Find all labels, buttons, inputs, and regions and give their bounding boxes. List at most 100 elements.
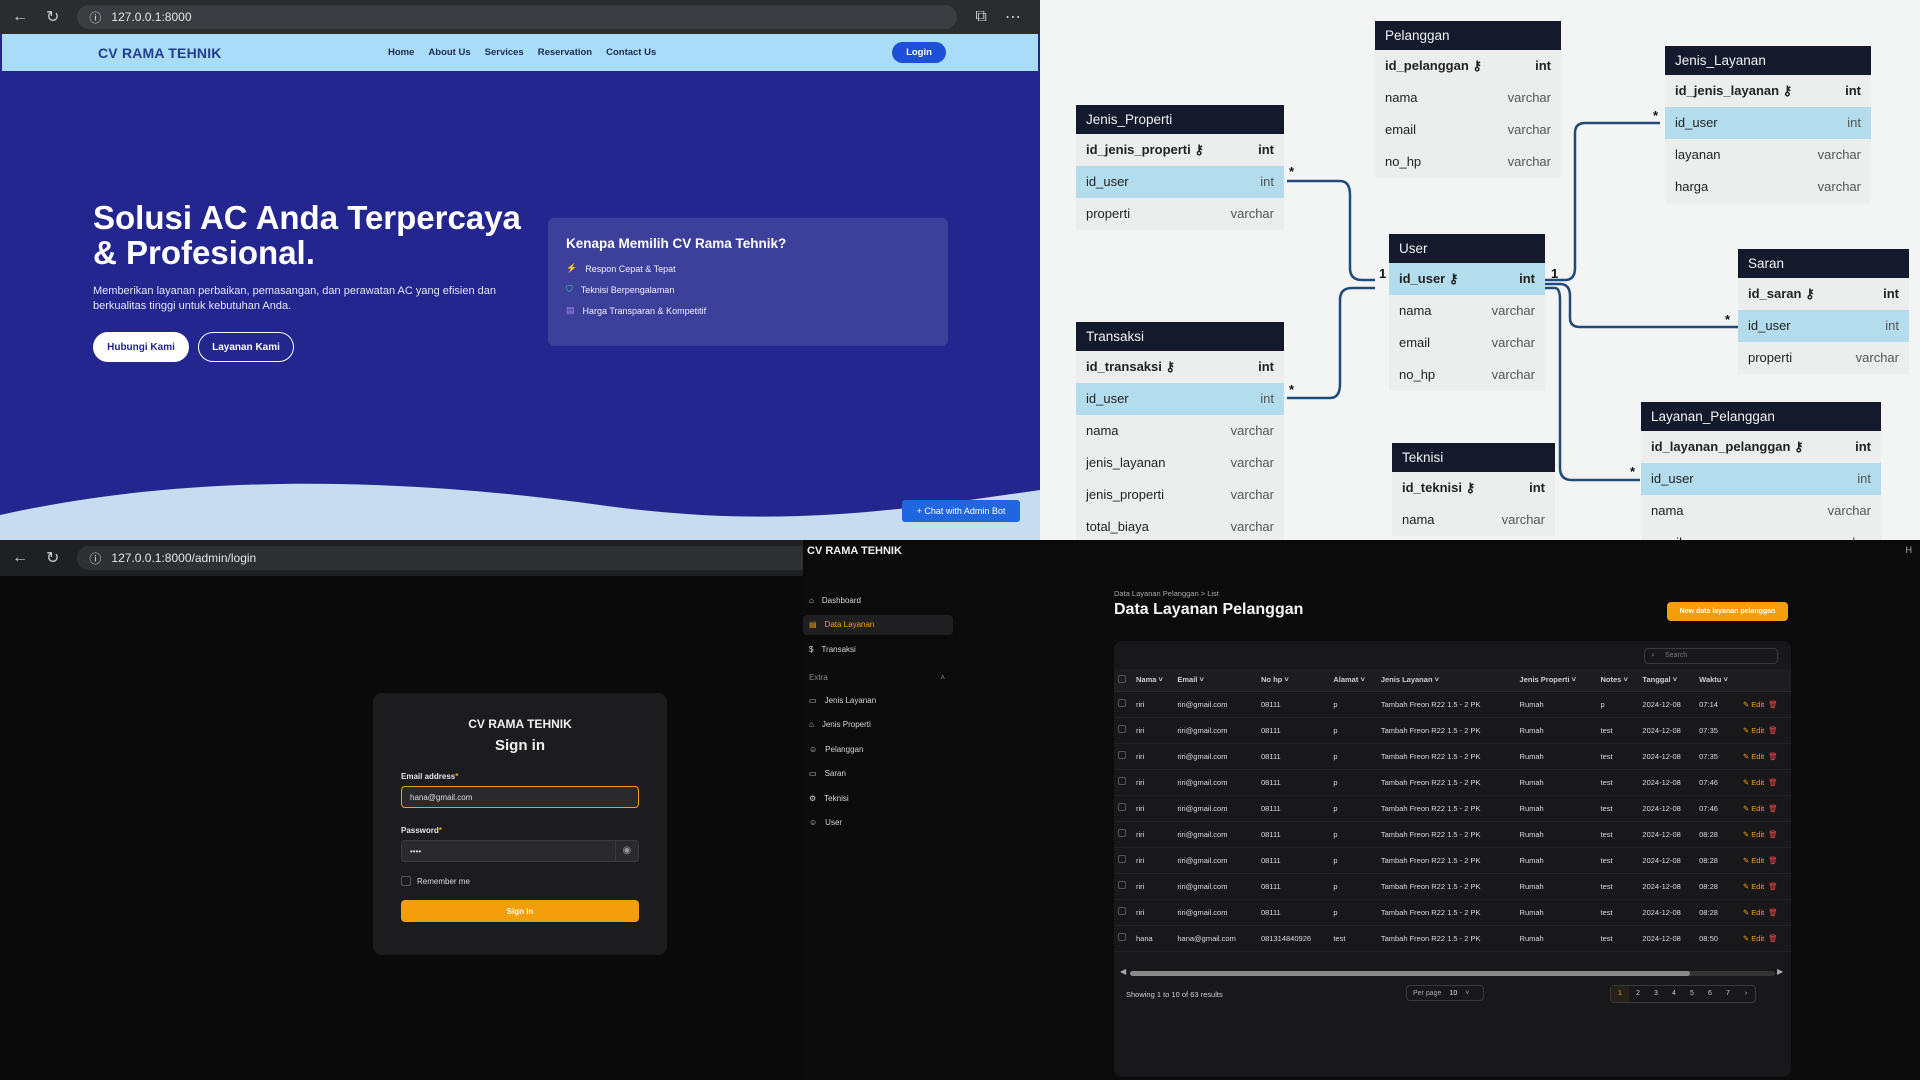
trash-icon[interactable]: 🗑 <box>1768 934 1778 943</box>
column-header[interactable]: Jenis Layanan ˅ <box>1376 669 1516 692</box>
table-row[interactable]: riri riri@gmail.com 08111 p Tambah Freon R22… <box>1114 821 1791 848</box>
table-row[interactable]: riri riri@gmail.com 08111 p Tambah Freon R22… <box>1114 873 1791 900</box>
sidebar-item-saran[interactable]: ▭ Saran <box>803 764 953 784</box>
edit-button[interactable]: ✎ Edit <box>1743 830 1764 839</box>
row-checkbox[interactable] <box>1118 725 1126 733</box>
extensions-icon[interactable]: ⧉ <box>975 8 986 26</box>
row-checkbox[interactable] <box>1118 777 1126 785</box>
login-button[interactable]: Login <box>892 42 946 63</box>
row-checkbox[interactable] <box>1118 699 1126 707</box>
scroll-right-icon[interactable]: ▶ <box>1777 967 1783 976</box>
search-input[interactable]: ⌕ Search <box>1644 648 1778 664</box>
table-row[interactable]: riri riri@gmail.com 08111 p Tambah Freon R22… <box>1114 717 1791 744</box>
row-checkbox[interactable] <box>1118 907 1126 915</box>
page-button[interactable]: 2 <box>1629 986 1647 1002</box>
page-button[interactable]: 3 <box>1647 986 1665 1002</box>
column-header[interactable]: No hp ˅ <box>1256 669 1330 692</box>
column-header[interactable]: Nama ˅ <box>1132 669 1174 692</box>
menu-about[interactable]: About Us <box>428 47 470 58</box>
column-header[interactable]: Notes ˅ <box>1596 669 1639 692</box>
sign-in-button[interactable]: Sign in <box>401 900 639 922</box>
menu-home[interactable]: Home <box>388 47 414 58</box>
new-record-button[interactable]: New data layanan pelanggan <box>1667 602 1788 621</box>
remember-me[interactable]: Remember me <box>401 876 639 886</box>
edit-button[interactable]: ✎ Edit <box>1743 752 1764 761</box>
menu-reservation[interactable]: Reservation <box>538 47 592 58</box>
table-row[interactable]: riri riri@gmail.com 08111 p Tambah Freon R22… <box>1114 899 1791 926</box>
page-button[interactable]: 5 <box>1683 986 1701 1002</box>
row-checkbox[interactable] <box>1118 855 1126 863</box>
trash-icon[interactable]: 🗑 <box>1768 778 1778 787</box>
sidebar-item-jenis-properti[interactable]: ⌂ Jenis Properti <box>803 715 953 735</box>
row-checkbox[interactable] <box>1118 933 1126 941</box>
our-services-button[interactable]: Layanan Kami <box>198 332 294 362</box>
contact-us-button[interactable]: Hubungi Kami <box>93 332 189 362</box>
edit-button[interactable]: ✎ Edit <box>1743 804 1764 813</box>
table-row[interactable]: riri riri@gmail.com 08111 p Tambah Freon R22… <box>1114 795 1791 822</box>
horizontal-scrollbar[interactable]: ◀ ▶ <box>1120 967 1784 977</box>
trash-icon[interactable]: 🗑 <box>1768 726 1778 735</box>
table-row[interactable]: riri riri@gmail.com 08111 p Tambah Freon R22… <box>1114 743 1791 770</box>
admin-brand[interactable]: CV RAMA TEHNIK <box>807 545 902 557</box>
email-field[interactable] <box>401 786 639 808</box>
scroll-thumb[interactable] <box>1130 971 1690 976</box>
trash-icon[interactable]: 🗑 <box>1768 804 1778 813</box>
trash-icon[interactable]: 🗑 <box>1768 700 1778 709</box>
edit-button[interactable]: ✎ Edit <box>1743 856 1764 865</box>
more-icon[interactable]: ⋯ <box>1005 7 1021 27</box>
select-all-checkbox[interactable] <box>1118 674 1126 683</box>
row-checkbox[interactable] <box>1118 829 1126 837</box>
edit-button[interactable]: ✎ Edit <box>1743 934 1764 943</box>
menu-services[interactable]: Services <box>485 47 524 58</box>
column-header[interactable]: Tanggal ˅ <box>1638 669 1696 692</box>
column-header[interactable]: Jenis Properti ˅ <box>1515 669 1597 692</box>
sidebar-item-transaksi[interactable]: $ Transaksi <box>803 639 953 659</box>
reload-icon[interactable]: ↻ <box>46 7 59 27</box>
site-brand[interactable]: CV RAMA TEHNIK <box>98 45 388 61</box>
edit-button[interactable]: ✎ Edit <box>1743 700 1764 709</box>
password-field[interactable] <box>401 840 616 862</box>
column-header[interactable]: Alamat ˅ <box>1329 669 1377 692</box>
menu-contact[interactable]: Contact Us <box>606 47 656 58</box>
page-button[interactable]: 7 <box>1719 986 1737 1002</box>
trash-icon[interactable]: 🗑 <box>1768 908 1778 917</box>
page-button[interactable]: 4 <box>1665 986 1683 1002</box>
page-button[interactable]: 1 <box>1611 986 1629 1002</box>
sidebar-group-extra[interactable]: Extra ˄ <box>809 673 945 682</box>
sidebar-item-dashboard[interactable]: ⌂ Dashboard <box>803 590 953 610</box>
sidebar-item-jenis-layanan[interactable]: ▭ Jenis Layanan <box>803 690 953 710</box>
address-bar[interactable]: ⓘ 127.0.0.1:8000/admin/login <box>77 546 803 570</box>
back-icon[interactable]: ← <box>12 8 28 26</box>
row-checkbox[interactable] <box>1118 881 1126 889</box>
per-page-select[interactable]: Per page 10 ˅ <box>1406 985 1484 1001</box>
scroll-left-icon[interactable]: ◀ <box>1120 967 1126 976</box>
sidebar-item-user[interactable]: ☺ User <box>803 813 953 833</box>
address-bar[interactable]: ⓘ 127.0.0.1:8000 <box>77 5 958 29</box>
trash-icon[interactable]: 🗑 <box>1768 830 1778 839</box>
eye-icon[interactable]: ◉ <box>615 840 639 862</box>
table-row[interactable]: riri riri@gmail.com 08111 p Tambah Freon R22… <box>1114 847 1791 874</box>
edit-button[interactable]: ✎ Edit <box>1743 726 1764 735</box>
table-row[interactable]: riri riri@gmail.com 08111 p Tambah Freon R22… <box>1114 691 1791 718</box>
trash-icon[interactable]: 🗑 <box>1768 752 1778 761</box>
trash-icon[interactable]: 🗑 <box>1768 856 1778 865</box>
row-checkbox[interactable] <box>1118 803 1126 811</box>
table-row[interactable]: hana hana@gmail.com 081314840926 test Tambah… <box>1114 925 1791 952</box>
column-header[interactable]: Waktu ˅ <box>1695 669 1739 692</box>
breadcrumb[interactable]: Data Layanan Pelanggan > List <box>1114 589 1219 598</box>
sidebar-item-teknisi[interactable]: ⚙ Teknisi <box>803 788 953 808</box>
edit-button[interactable]: ✎ Edit <box>1743 778 1764 787</box>
back-icon[interactable]: ← <box>12 549 28 567</box>
page-button[interactable]: 6 <box>1701 986 1719 1002</box>
next-page-icon[interactable]: › <box>1737 986 1755 1002</box>
sidebar-item-data-layanan[interactable]: ▤ Data Layanan <box>803 614 953 635</box>
column-header[interactable]: Email ˅ <box>1173 669 1257 692</box>
trash-icon[interactable]: 🗑 <box>1768 882 1778 891</box>
reload-icon[interactable]: ↻ <box>46 548 59 568</box>
chat-admin-bot-button[interactable]: + Chat with Admin Bot <box>902 500 1020 522</box>
user-avatar-icon[interactable]: H <box>1906 545 1913 555</box>
edit-button[interactable]: ✎ Edit <box>1743 908 1764 917</box>
sidebar-item-pelanggan[interactable]: ☺ Pelanggan <box>803 739 953 759</box>
remember-checkbox[interactable] <box>401 876 411 886</box>
edit-button[interactable]: ✎ Edit <box>1743 882 1764 891</box>
